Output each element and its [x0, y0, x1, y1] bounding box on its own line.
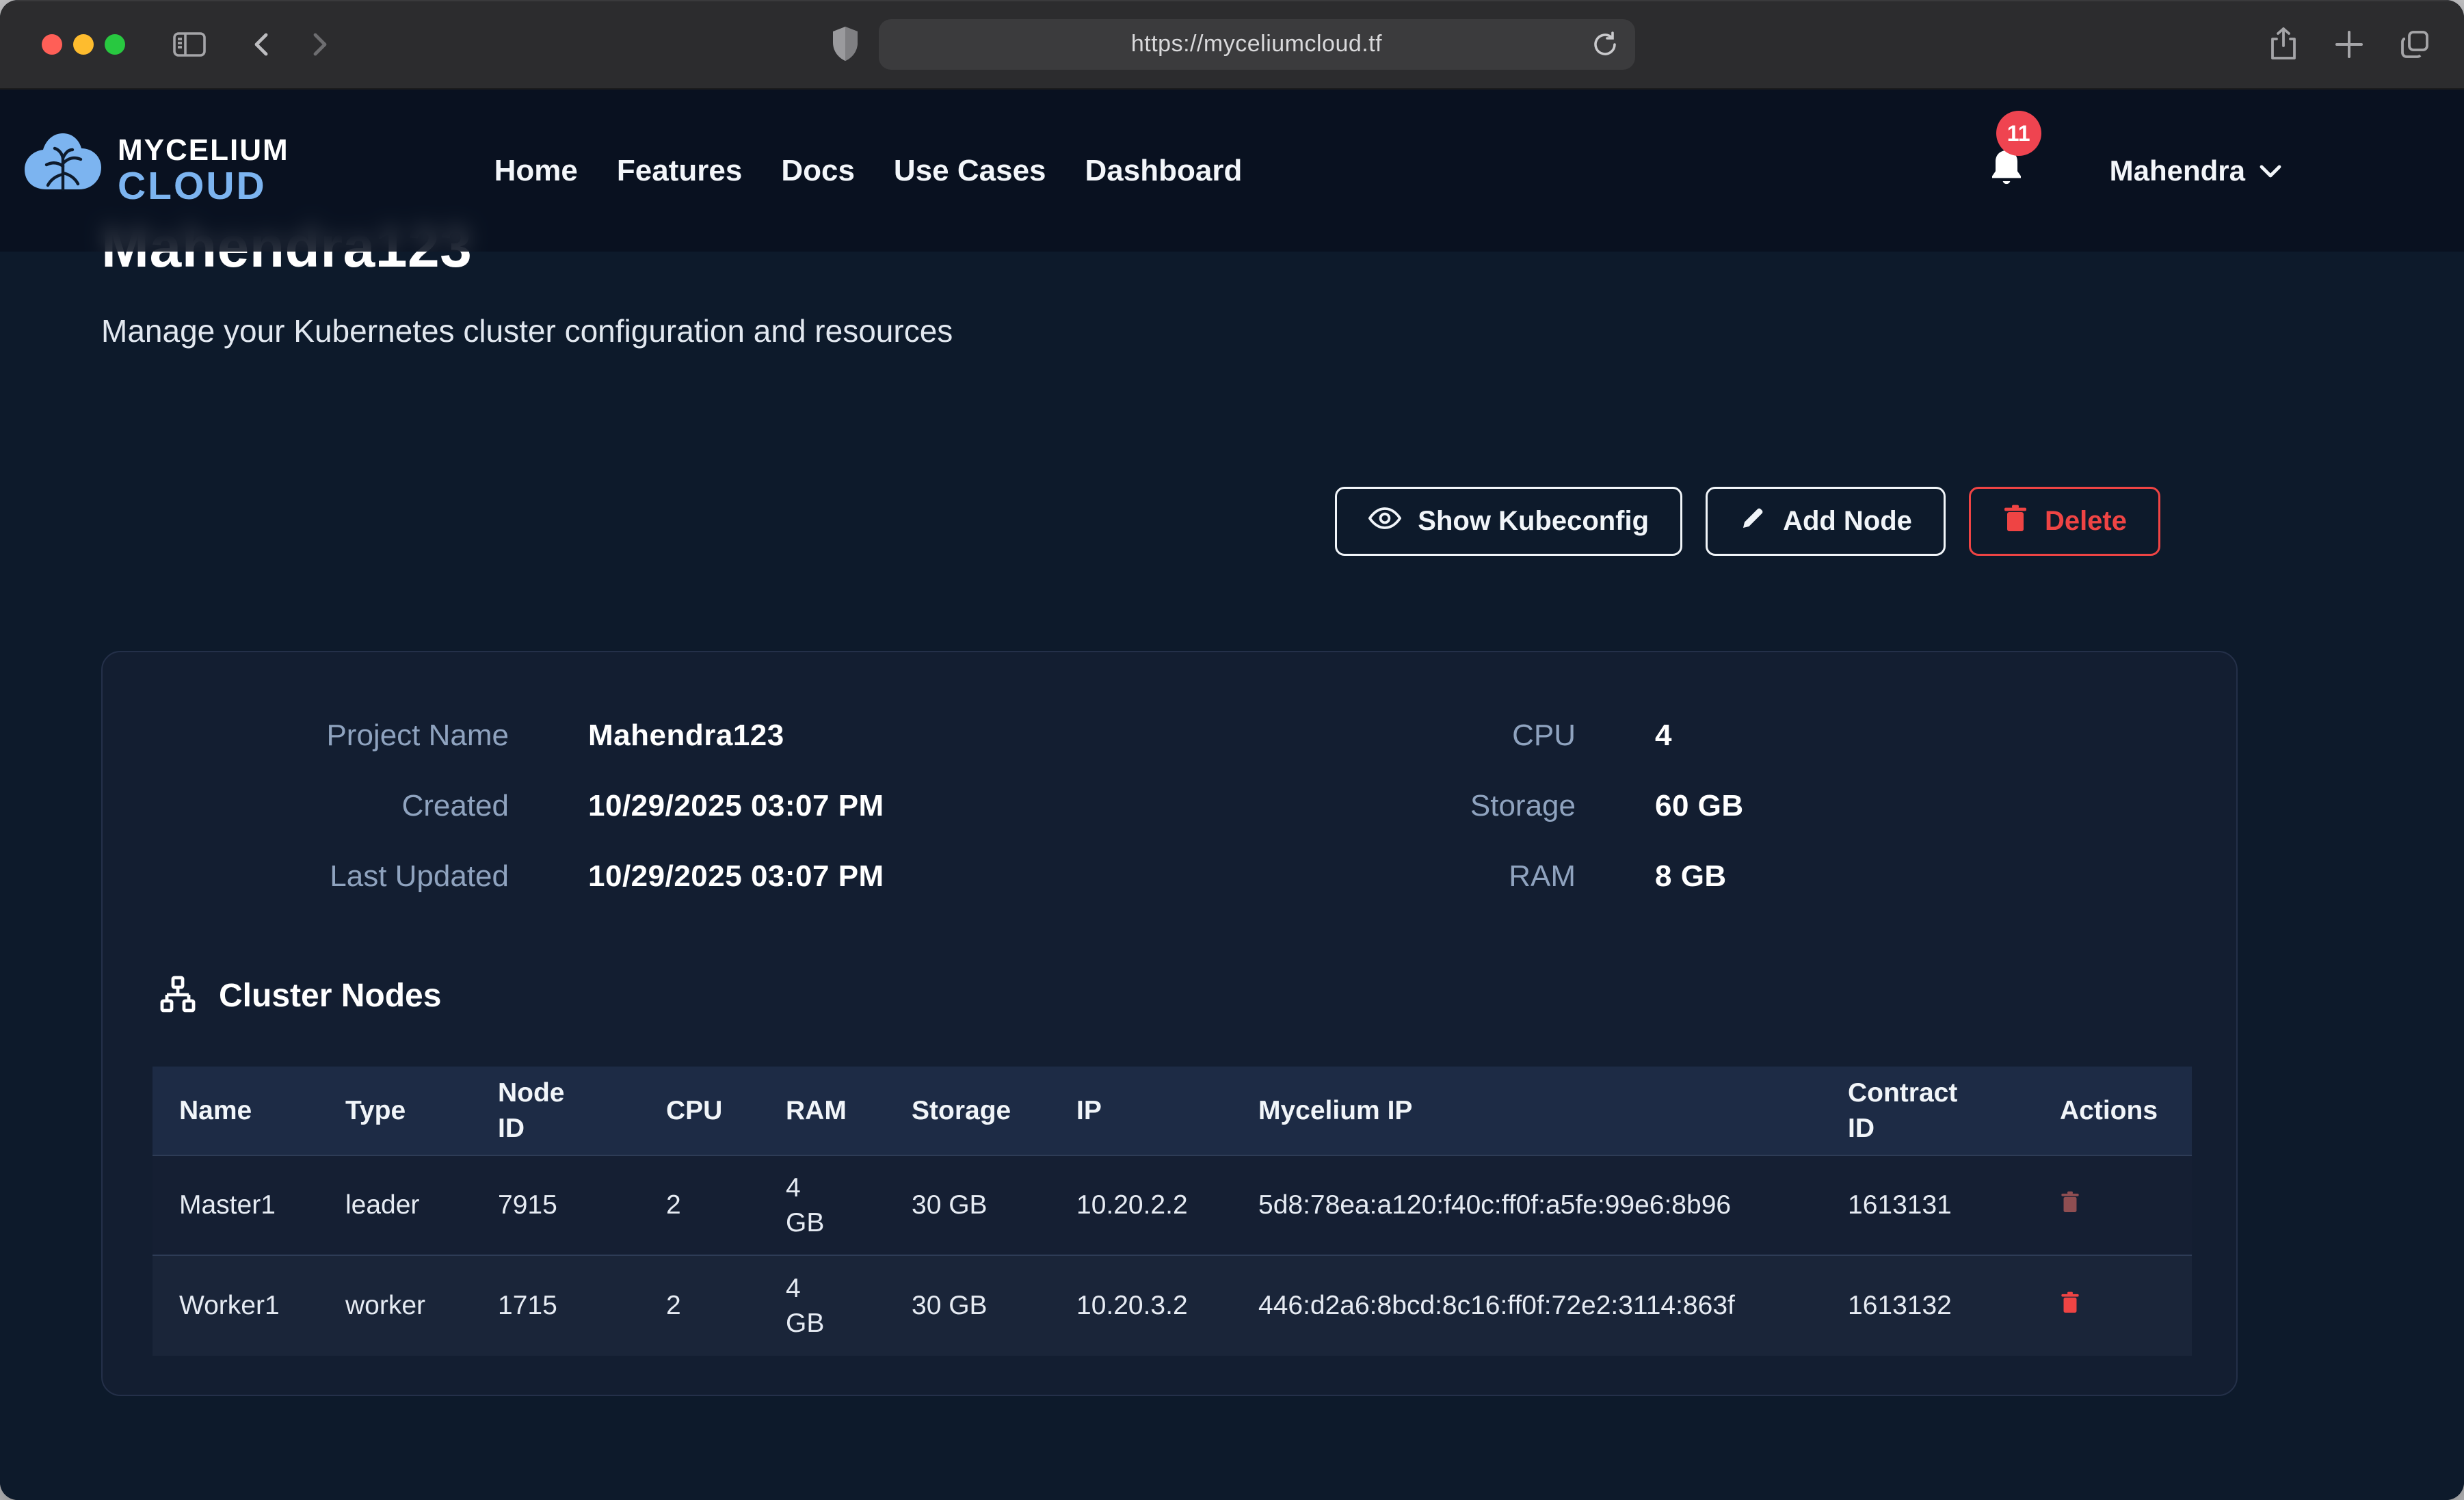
delete-node-button[interactable] — [2060, 1190, 2080, 1216]
col-ip: IP — [1076, 1093, 1258, 1128]
browser-window: https://myceliumcloud.tf — [0, 0, 2464, 1500]
page-subtitle: Manage your Kubernetes cluster configura… — [101, 312, 953, 349]
cell-contract-id: 1613132 — [1848, 1288, 2060, 1323]
table-header-row: Name Type Node ID CPU RAM Storage IP Myc… — [153, 1067, 2192, 1156]
network-nodes-icon — [159, 975, 197, 1017]
trash-icon — [2060, 1190, 2080, 1214]
cell-mycelium-ip: 5d8:78ea:a120:f40c:ff0f:a5fe:99e6:8b96 — [1258, 1188, 1848, 1222]
cell-ram: 4 GB — [786, 1170, 912, 1241]
user-menu[interactable]: Mahendra — [2110, 155, 2283, 187]
cluster-nodes-table: Name Type Node ID CPU RAM Storage IP Myc… — [153, 1067, 2192, 1356]
brand-name-bottom: CLOUD — [118, 167, 289, 206]
cell-ip: 10.20.3.2 — [1076, 1288, 1258, 1323]
cluster-details-card: Project Name Mahendra123 Created 10/29/2… — [101, 651, 2238, 1396]
storage-value: 60 GB — [1655, 788, 2236, 824]
last-updated-label: Last Updated — [103, 859, 509, 894]
url-bar[interactable]: https://myceliumcloud.tf — [879, 19, 1635, 70]
col-contract-id: Contract ID — [1848, 1075, 2060, 1146]
created-value: 10/29/2025 03:07 PM — [588, 788, 1169, 824]
url-text: https://myceliumcloud.tf — [1131, 31, 1382, 57]
storage-label: Storage — [1169, 788, 1576, 824]
close-window-button[interactable] — [42, 34, 62, 55]
back-icon[interactable] — [248, 28, 276, 61]
nav-links: Home Features Docs Use Cases Dashboard — [494, 154, 1243, 188]
delete-node-button[interactable] — [2060, 1291, 2080, 1316]
col-storage: Storage — [912, 1093, 1076, 1128]
nav-link-features[interactable]: Features — [617, 154, 742, 188]
trash-icon — [2060, 1291, 2080, 1314]
show-kubeconfig-button[interactable]: Show Kubeconfig — [1335, 487, 1682, 556]
privacy-shield-icon[interactable] — [830, 25, 861, 64]
mycelium-cloud-logo-icon — [22, 131, 104, 211]
col-name: Name — [179, 1093, 345, 1128]
cell-mycelium-ip: 446:d2a6:8bcd:8c16:ff0f:72e2:3114:863f — [1258, 1288, 1848, 1323]
cluster-actions: Show Kubeconfig Add Node Delete — [1335, 487, 2160, 556]
trash-icon — [2002, 504, 2028, 539]
table-row-worker1: Worker1 worker 1715 2 4 GB 30 GB 10.20.3… — [153, 1256, 2192, 1356]
user-name: Mahendra — [2110, 155, 2245, 187]
tab-overview-icon[interactable] — [2397, 25, 2433, 64]
cluster-details-grid: Project Name Mahendra123 Created 10/29/2… — [103, 718, 2236, 894]
cell-cpu: 2 — [666, 1288, 786, 1323]
zoom-window-button[interactable] — [105, 34, 125, 55]
cell-name: Worker1 — [179, 1288, 345, 1323]
ram-value: 8 GB — [1655, 859, 2236, 894]
share-icon[interactable] — [2266, 25, 2301, 64]
notifications-button[interactable]: 11 — [1985, 146, 2028, 195]
cell-cpu: 2 — [666, 1188, 786, 1222]
show-kubeconfig-label: Show Kubeconfig — [1418, 506, 1649, 537]
brand-name-top: MYCELIUM — [118, 135, 289, 165]
forward-icon[interactable] — [306, 28, 333, 61]
col-ram: RAM — [786, 1093, 912, 1128]
sidebar-toggle-icon[interactable] — [170, 28, 209, 61]
cell-ip: 10.20.2.2 — [1076, 1188, 1258, 1222]
new-tab-icon[interactable] — [2331, 25, 2367, 64]
nav-link-dashboard[interactable]: Dashboard — [1085, 154, 1243, 188]
nav-link-home[interactable]: Home — [494, 154, 578, 188]
col-actions: Actions — [2060, 1093, 2192, 1128]
eye-icon — [1368, 506, 1401, 537]
add-node-button[interactable]: Add Node — [1706, 487, 1946, 556]
pencil-icon — [1739, 505, 1766, 539]
minimize-window-button[interactable] — [73, 34, 94, 55]
cell-node-id: 7915 — [498, 1188, 666, 1222]
created-label: Created — [103, 788, 509, 824]
browser-toolbar: https://myceliumcloud.tf — [0, 0, 2464, 90]
chevron-down-icon — [2257, 161, 2283, 180]
cell-type: worker — [345, 1288, 498, 1323]
project-name-value: Mahendra123 — [588, 718, 1169, 753]
window-controls — [42, 34, 125, 55]
col-cpu: CPU — [666, 1093, 786, 1128]
nav-link-docs[interactable]: Docs — [781, 154, 855, 188]
brand-logo[interactable]: MYCELIUM CLOUD — [22, 131, 289, 211]
cell-ram: 4 GB — [786, 1271, 912, 1341]
cell-storage: 30 GB — [912, 1288, 1076, 1323]
delete-label: Delete — [2045, 506, 2127, 537]
add-node-label: Add Node — [1783, 506, 1912, 537]
reload-icon[interactable] — [1590, 29, 1620, 59]
cpu-label: CPU — [1169, 718, 1576, 753]
table-row-master1: Master1 leader 7915 2 4 GB 30 GB 10.20.2… — [153, 1156, 2192, 1256]
notification-badge: 11 — [1996, 111, 2041, 156]
nav-link-use-cases[interactable]: Use Cases — [894, 154, 1046, 188]
ram-label: RAM — [1169, 859, 1576, 894]
cell-name: Master1 — [179, 1188, 345, 1222]
delete-cluster-button[interactable]: Delete — [1969, 487, 2160, 556]
project-name-label: Project Name — [103, 718, 509, 753]
col-mycelium-ip: Mycelium IP — [1258, 1093, 1848, 1128]
cell-contract-id: 1613131 — [1848, 1188, 2060, 1222]
site-navbar: MYCELIUM CLOUD Home Features Docs Use Ca… — [0, 90, 2464, 252]
cpu-value: 4 — [1655, 718, 2236, 753]
cluster-nodes-heading: Cluster Nodes — [219, 977, 441, 1015]
col-node-id: Node ID — [498, 1075, 666, 1146]
last-updated-value: 10/29/2025 03:07 PM — [588, 859, 1169, 894]
page-viewport: Mahendra123 Manage your Kubernetes clust… — [0, 90, 2464, 1500]
cell-type: leader — [345, 1188, 498, 1222]
cell-storage: 30 GB — [912, 1188, 1076, 1222]
cell-node-id: 1715 — [498, 1288, 666, 1323]
col-type: Type — [345, 1093, 498, 1128]
